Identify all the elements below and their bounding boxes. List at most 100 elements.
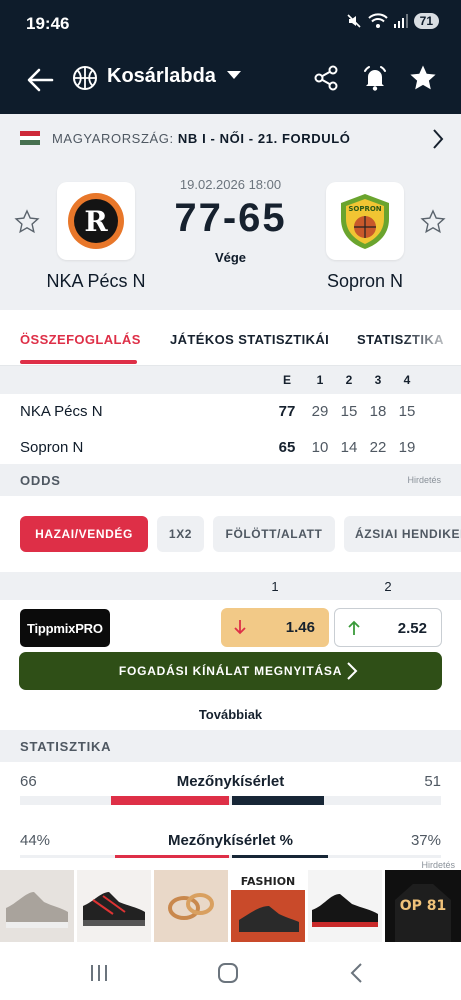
odds-section-header: ODDS Hirdetés [0,464,461,496]
stat-away-value: 51 [424,773,441,790]
league-breadcrumb[interactable]: MAGYARORSZÁG: NB I - NŐI - 21. FORDULÓ [0,114,461,164]
row-total: 65 [278,439,296,456]
status-time: 19:46 [26,14,70,33]
back-icon[interactable] [343,958,373,988]
breadcrumb-text: MAGYARORSZÁG: NB I - NŐI - 21. FORDULÓ [52,131,350,146]
stats-section-header: STATISZTIKA [0,730,461,762]
bookmaker-logo[interactable]: TippmixPRO [20,609,110,647]
recent-apps-icon[interactable] [84,958,114,988]
tab-scroll-fade [401,310,461,365]
row-q1: 29 [311,403,329,420]
stat-row: 66 Mezőnykísérlet 51 [0,762,461,807]
away-odd-value: 2.52 [397,620,427,637]
sport-selector[interactable]: Kosárlabda [107,65,216,88]
odds-tab-asian-handicap[interactable]: ÁZSIAI HENDIKEP [344,516,461,552]
stat-away-bar [232,796,324,805]
ad-label: Hirdetés [421,860,455,870]
odds-market-tabs: HAZAI/VENDÉG 1X2 FÖLÖTT/ALATT ÁZSIAI HEN… [0,496,461,572]
home-odd-button[interactable]: 1.46 [221,608,329,647]
home-team-name[interactable]: NKA Pécs N [26,271,166,292]
star-filled-icon[interactable] [408,63,438,93]
hungary-flag-icon [20,131,40,145]
svg-text:SOPRON: SOPRON [348,205,381,213]
tab-player-stats[interactable]: JÁTÉKOS STATISZTIKÁI [170,332,329,347]
fashion-ad-icon: FASHION [231,870,305,932]
col-header-q2: 2 [345,373,353,387]
tab-summary[interactable]: ÖSSZEFOGLALÁS [20,332,141,347]
odds-section-title: ODDS [20,473,61,488]
row-team-name: Sopron N [20,439,84,456]
col-header-q1: 1 [316,373,324,387]
away-team-logo[interactable]: SOPRON [326,182,404,260]
sneaker-image-icon [6,892,68,928]
row-q3: 22 [369,439,387,456]
svg-text:OP 81: OP 81 [400,898,447,914]
active-tab-indicator [20,360,137,364]
ad-product-image[interactable]: OP 81 [385,870,461,942]
system-navigation-bar [0,944,461,1000]
table-row: NKA Pécs N 77 29 15 18 15 [0,394,461,429]
share-icon[interactable] [312,64,340,92]
row-q1: 10 [311,439,329,456]
home-icon[interactable] [213,958,243,988]
ad-product-image[interactable]: FASHION [231,870,305,942]
more-odds-link[interactable]: Továbbiak [0,707,461,722]
bell-alert-icon[interactable] [360,63,390,93]
open-betting-offer-button[interactable]: FOGADÁSI KÍNÁLAT MEGNYITÁSA [19,652,442,690]
ad-product-image[interactable] [154,870,228,942]
col-header-q3: 3 [374,373,382,387]
row-total: 77 [278,403,296,420]
match-tabs: ÖSSZEFOGLALÁS JÁTÉKOS STATISZTIKÁI STATI… [0,310,461,366]
sneaker-image-icon [83,892,145,926]
arrow-down-icon [234,620,246,635]
hoodie-image-icon: OP 81 [395,884,451,942]
stat-track [20,796,441,805]
ad-product-image[interactable] [77,870,151,942]
odds-tab-over-under[interactable]: FÖLÖTT/ALATT [213,516,335,552]
mute-icon [347,14,361,28]
row-team-name: NKA Pécs N [20,403,103,420]
odds-tab-home-away[interactable]: HAZAI/VENDÉG [20,516,148,552]
chevron-right-icon [347,662,358,680]
ad-product-image[interactable] [0,870,74,942]
caret-down-icon[interactable] [226,70,242,80]
row-q4: 19 [398,439,416,456]
arrow-up-icon [348,620,360,635]
rings-image-icon [168,893,214,920]
away-team-name[interactable]: Sopron N [295,271,435,292]
ad-banner[interactable]: Hirdetés FASHION OP 81 [0,858,461,944]
chevron-right-icon[interactable] [431,128,445,150]
row-q2: 15 [340,403,358,420]
stat-name: Mezőnykísérlet [176,773,285,790]
away-odd-button[interactable]: 2.52 [334,608,442,647]
row-q3: 18 [369,403,387,420]
col-header-q4: 4 [403,373,411,387]
stat-away-value: 37% [410,832,441,849]
work-shoe-image-icon [312,894,378,927]
odds-col-away: 2 [384,579,392,594]
cta-label: FOGADÁSI KÍNÁLAT MEGNYITÁSA [118,664,343,678]
status-icons: 71 [346,13,439,29]
wifi-icon [367,13,388,28]
odds-tab-1x2[interactable]: 1X2 [157,516,204,552]
basketball-icon [73,66,97,90]
svg-text:FASHION: FASHION [241,875,296,888]
match-header: R NKA Pécs N 19.02.2026 18:00 77-65 Vége… [0,164,461,310]
ad-product-image[interactable] [308,870,382,942]
score-table-header: E 1 2 3 4 [0,366,461,394]
odds-panel: 1 2 TippmixPRO 1.46 2.52 FOGADÁSI KÍNÁLA… [0,572,461,730]
stat-home-bar [111,796,229,805]
battery-indicator: 71 [413,13,439,29]
away-favorite-star-icon[interactable] [420,209,446,235]
app-header: Kosárlabda [0,48,461,114]
table-row: Sopron N 65 10 14 22 19 [0,430,461,465]
row-q4: 15 [398,403,416,420]
home-odd-value: 1.46 [285,619,315,636]
stats-list: 66 Mezőnykísérlet 51 44% Mezőnykísérlet … [0,762,461,870]
back-arrow-icon[interactable] [22,62,58,98]
breadcrumb-country: MAGYARORSZÁG: [52,131,174,146]
odds-col-home: 1 [271,579,279,594]
ad-label: Hirdetés [407,475,441,485]
signal-icon [393,14,408,28]
period-score-table: E 1 2 3 4 NKA Pécs N 77 29 15 18 15 Sopr… [0,366,461,464]
